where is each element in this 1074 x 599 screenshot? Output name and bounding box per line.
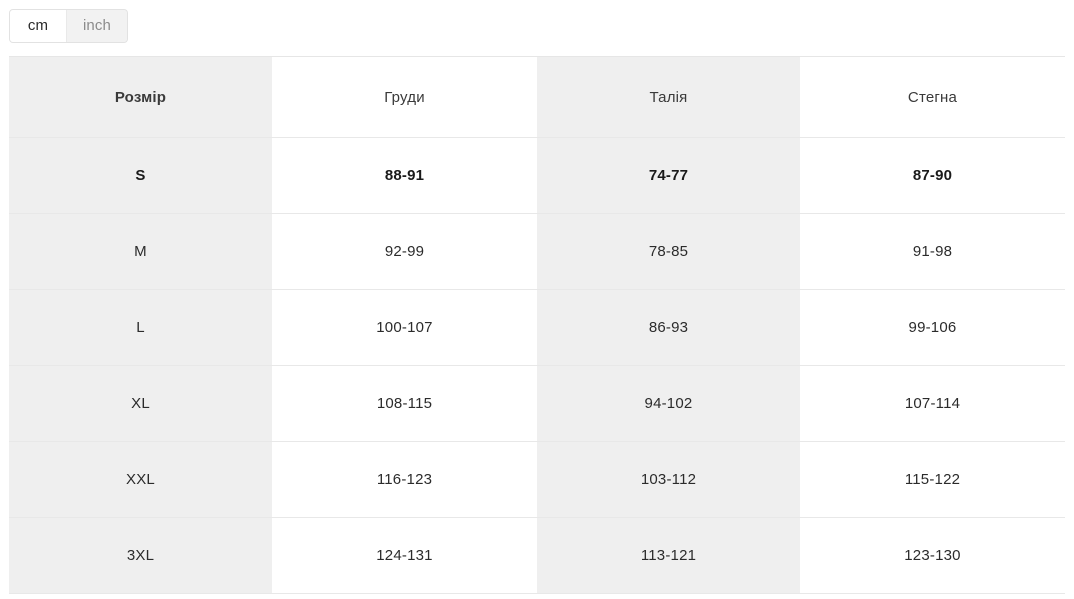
- cell-waist: 103-112: [537, 441, 800, 518]
- table-row[interactable]: S 88-91 74-77 87-90: [9, 137, 1065, 214]
- cell-chest: 100-107: [272, 289, 537, 366]
- column-header-hips: Стегна: [800, 57, 1065, 138]
- table-header: Розмір Груди Талія Стегна: [9, 57, 1065, 138]
- cell-chest: 116-123: [272, 441, 537, 518]
- cell-size: XL: [9, 365, 272, 442]
- size-chart-container: Розмір Груди Талія Стегна S 88-91 74-77 …: [9, 56, 1065, 594]
- cell-chest: 108-115: [272, 365, 537, 442]
- unit-option-inch[interactable]: inch: [66, 10, 127, 42]
- cell-waist: 113-121: [537, 517, 800, 594]
- unit-toggle-container: cm inch: [0, 0, 1074, 43]
- column-header-waist: Талія: [537, 57, 800, 138]
- unit-toggle[interactable]: cm inch: [9, 9, 128, 43]
- cell-size: M: [9, 213, 272, 290]
- cell-hips: 107-114: [800, 365, 1065, 442]
- cell-hips: 99-106: [800, 289, 1065, 366]
- table-row[interactable]: M 92-99 78-85 91-98: [9, 213, 1065, 290]
- table-header-row: Розмір Груди Талія Стегна: [9, 57, 1065, 138]
- table-row[interactable]: XXL 116-123 103-112 115-122: [9, 441, 1065, 518]
- cell-chest: 88-91: [272, 137, 537, 214]
- cell-size: S: [9, 137, 272, 214]
- column-header-chest: Груди: [272, 57, 537, 138]
- column-header-size: Розмір: [9, 57, 272, 138]
- cell-waist: 74-77: [537, 137, 800, 214]
- cell-hips: 91-98: [800, 213, 1065, 290]
- cell-chest: 92-99: [272, 213, 537, 290]
- cell-size: XXL: [9, 441, 272, 518]
- cell-chest: 124-131: [272, 517, 537, 594]
- table-body: S 88-91 74-77 87-90 M 92-99 78-85 91-98 …: [9, 137, 1065, 594]
- table-row[interactable]: L 100-107 86-93 99-106: [9, 289, 1065, 366]
- table-row[interactable]: 3XL 124-131 113-121 123-130: [9, 517, 1065, 594]
- cell-waist: 94-102: [537, 365, 800, 442]
- cell-hips: 123-130: [800, 517, 1065, 594]
- cell-size: L: [9, 289, 272, 366]
- size-chart-table: Розмір Груди Талія Стегна S 88-91 74-77 …: [9, 57, 1065, 594]
- cell-hips: 115-122: [800, 441, 1065, 518]
- cell-waist: 78-85: [537, 213, 800, 290]
- unit-option-cm[interactable]: cm: [10, 10, 66, 42]
- table-row[interactable]: XL 108-115 94-102 107-114: [9, 365, 1065, 442]
- cell-waist: 86-93: [537, 289, 800, 366]
- cell-size: 3XL: [9, 517, 272, 594]
- cell-hips: 87-90: [800, 137, 1065, 214]
